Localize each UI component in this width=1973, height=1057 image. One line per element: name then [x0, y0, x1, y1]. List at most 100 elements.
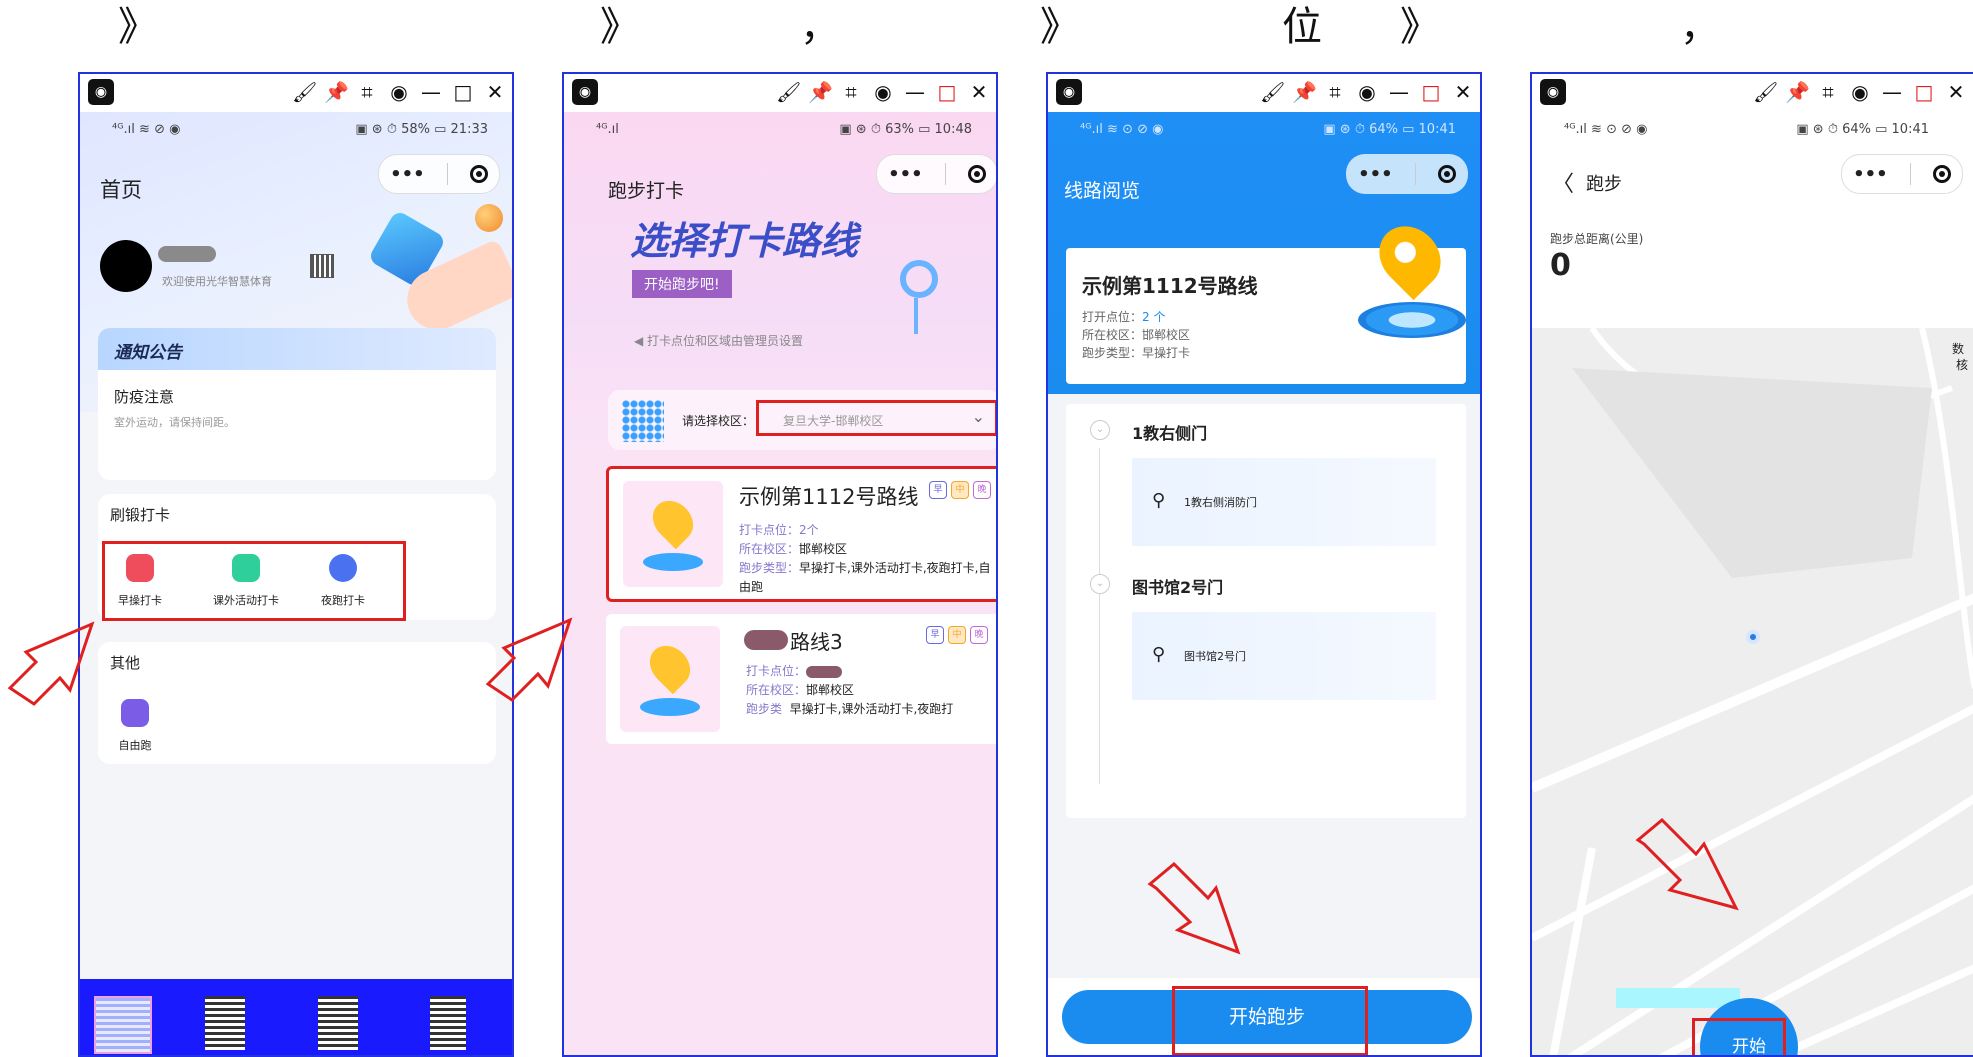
- minimize-icon[interactable]: —: [420, 78, 442, 106]
- chevron-down-icon: ⌄: [971, 407, 985, 426]
- maximize-icon[interactable]: □: [452, 78, 474, 106]
- tag-morning: 早: [926, 626, 944, 644]
- highlight-box: [1692, 1018, 1786, 1055]
- record-icon[interactable]: ◉: [388, 78, 410, 106]
- timeline-dot-icon: ⌄: [1090, 420, 1110, 440]
- pin-icon[interactable]: 📌: [808, 78, 833, 106]
- campus-label: 请选择校区：: [682, 414, 755, 428]
- crop-icon[interactable]: ⌗: [1324, 78, 1346, 106]
- timeline-dot-icon: ⌄: [1090, 574, 1110, 594]
- route-card-2[interactable]: 路线3 早 中 晚 打卡点位： 所在校区：邯郸校区 跑步类 早操打卡,课外活动打…: [606, 614, 996, 744]
- tag-morning: 早: [929, 481, 947, 499]
- app-logo-icon: ◉: [1056, 79, 1082, 105]
- avatar[interactable]: [100, 240, 152, 292]
- more-icon[interactable]: •••: [888, 164, 923, 185]
- page-title: 跑步打卡: [608, 180, 685, 202]
- window-toolbar: ◉ 🖌 📌 ⌗ ◉ — □ ✕: [1048, 74, 1480, 112]
- route-type: 跑步类 早操打卡,课外活动打卡,夜跑打: [746, 702, 954, 716]
- stop-name: 图书馆2号门: [1132, 578, 1224, 597]
- username-redacted: [158, 246, 216, 262]
- close-icon[interactable]: ✕: [1945, 78, 1967, 106]
- qr-code-icon[interactable]: [310, 254, 334, 278]
- tag-night: 晚: [973, 481, 991, 499]
- close-miniprogram-icon[interactable]: [1437, 165, 1456, 183]
- more-icon[interactable]: •••: [390, 164, 425, 185]
- route-name: 路线3: [790, 630, 843, 654]
- free-run-button[interactable]: 自由跑: [110, 699, 160, 753]
- start-running-tag[interactable]: 开始跑步吧!: [632, 270, 732, 298]
- brush-icon[interactable]: 🖌: [1753, 78, 1778, 106]
- distance-label: 跑步总距离(公里): [1550, 232, 1644, 246]
- pin-icon[interactable]: 📌: [1785, 78, 1810, 106]
- phone-screen-home: ◉ 🖌 📌 ⌗ ◉ — □ ✕ ⁴ᴳ.ıl ≋ ⊘ ◉ ▣ ⊛ ⏱ 58% ▭ 2…: [78, 72, 514, 1057]
- close-miniprogram-icon[interactable]: [469, 165, 488, 183]
- crop-icon[interactable]: ⌗: [840, 78, 862, 106]
- tab-item[interactable]: [318, 996, 358, 1050]
- phone-screen-route-preview: ◉ 🖌 📌 ⌗ ◉ — □ ✕ ⁴ᴳ.ıl ≋ ⊙ ⊘ ◉ ▣ ⊛ ⏱ 64% ▭…: [1046, 72, 1482, 1057]
- minimize-icon[interactable]: —: [1388, 78, 1410, 106]
- miniprogram-capsule[interactable]: •••: [1346, 154, 1468, 194]
- welcome-text: 欢迎使用光华智慧体育: [162, 275, 272, 288]
- pin-icon[interactable]: 📌: [1292, 78, 1317, 106]
- route-name: 示例第1112号路线: [739, 485, 919, 509]
- close-miniprogram-icon[interactable]: [1932, 165, 1951, 183]
- brush-icon[interactable]: 🖌: [292, 78, 317, 106]
- header-panel: [1532, 112, 1973, 328]
- stop-detail-card[interactable]: ⚲ 图书馆2号门: [1132, 612, 1436, 700]
- brush-icon[interactable]: 🖌: [1260, 78, 1285, 106]
- route-campus: 所在校区：邯郸校区: [739, 542, 848, 556]
- minimize-icon[interactable]: —: [904, 78, 926, 106]
- maximize-icon[interactable]: □: [936, 78, 958, 106]
- pin-icon[interactable]: 📌: [324, 78, 349, 106]
- stop-detail-card[interactable]: ⚲ 1教右侧消防门: [1132, 458, 1436, 546]
- pin-base-icon: [640, 698, 700, 716]
- free-run-label: 自由跑: [118, 739, 152, 752]
- close-miniprogram-icon[interactable]: [967, 165, 986, 183]
- record-icon[interactable]: ◉: [1356, 78, 1378, 106]
- maximize-icon[interactable]: □: [1420, 78, 1442, 106]
- status-right: ▣ ⊛ ⏱ 64% ▭ 10:41: [1323, 122, 1456, 137]
- notice-card: 通知公告 防疫注意 室外运动，请保持间距。: [98, 328, 496, 480]
- stop-detail: 图书馆2号门: [1184, 650, 1246, 663]
- minimize-icon[interactable]: —: [1881, 78, 1903, 106]
- tab-item[interactable]: [430, 996, 466, 1050]
- planet-icon: [475, 204, 503, 232]
- banner-note: ◀ 打卡点位和区域由管理员设置: [634, 334, 804, 348]
- location-pin-illustration: [914, 298, 918, 334]
- notice-title[interactable]: 防疫注意: [114, 386, 174, 407]
- crop-icon[interactable]: ⌗: [356, 78, 378, 106]
- notice-body: 室外运动，请保持间距。: [114, 416, 235, 429]
- route-card-1[interactable]: 示例第1112号路线 早 中 晚 打卡点位：2个 所在校区：邯郸校区 跑步类型：…: [606, 466, 996, 602]
- more-icon[interactable]: •••: [1853, 164, 1888, 185]
- close-icon[interactable]: ✕: [968, 78, 990, 106]
- campus-select[interactable]: 复旦大学-邯郸校区 ⌄: [756, 400, 996, 436]
- brush-icon[interactable]: 🖌: [776, 78, 801, 106]
- map-view[interactable]: 数 核 开始: [1532, 328, 1973, 1055]
- free-run-icon: [121, 699, 149, 727]
- close-icon[interactable]: ✕: [1452, 78, 1474, 106]
- tab-item[interactable]: [205, 996, 245, 1050]
- separator-glyph: ，: [1680, 4, 1720, 50]
- phone-screen-running: ◉ 🖌 📌 ⌗ ◉ — □ ✕ ⁴ᴳ.ıl ≋ ⊙ ⊘ ◉ ▣ ⊛ ⏱ 64% ▭…: [1530, 72, 1973, 1057]
- more-icon[interactable]: •••: [1358, 164, 1393, 185]
- map-label: 数: [1952, 342, 1965, 356]
- record-icon[interactable]: ◉: [872, 78, 894, 106]
- app-logo-icon: ◉: [1540, 79, 1566, 105]
- page-title: 首页: [100, 178, 142, 202]
- status-left: ⁴ᴳ.ıl ≋ ⊘ ◉: [112, 122, 181, 137]
- separator-glyph: 》: [118, 4, 158, 50]
- miniprogram-capsule[interactable]: •••: [378, 154, 500, 194]
- close-icon[interactable]: ✕: [484, 78, 506, 106]
- miniprogram-capsule[interactable]: •••: [1841, 154, 1963, 194]
- maximize-icon[interactable]: □: [1913, 78, 1935, 106]
- crop-icon[interactable]: ⌗: [1817, 78, 1839, 106]
- highlight-box: [1172, 986, 1368, 1055]
- status-left: ⁴ᴳ.ıl ≋ ⊙ ⊘ ◉: [1080, 122, 1164, 137]
- record-icon[interactable]: ◉: [1849, 78, 1871, 106]
- route-type: 跑步类型：早操打卡: [1082, 346, 1191, 360]
- tab-item[interactable]: [94, 996, 152, 1054]
- separator-glyph: 》: [600, 4, 640, 50]
- back-icon[interactable]: 〈: [1552, 166, 1574, 198]
- stop-name: 1教右侧门: [1132, 424, 1208, 443]
- miniprogram-capsule[interactable]: •••: [876, 154, 996, 194]
